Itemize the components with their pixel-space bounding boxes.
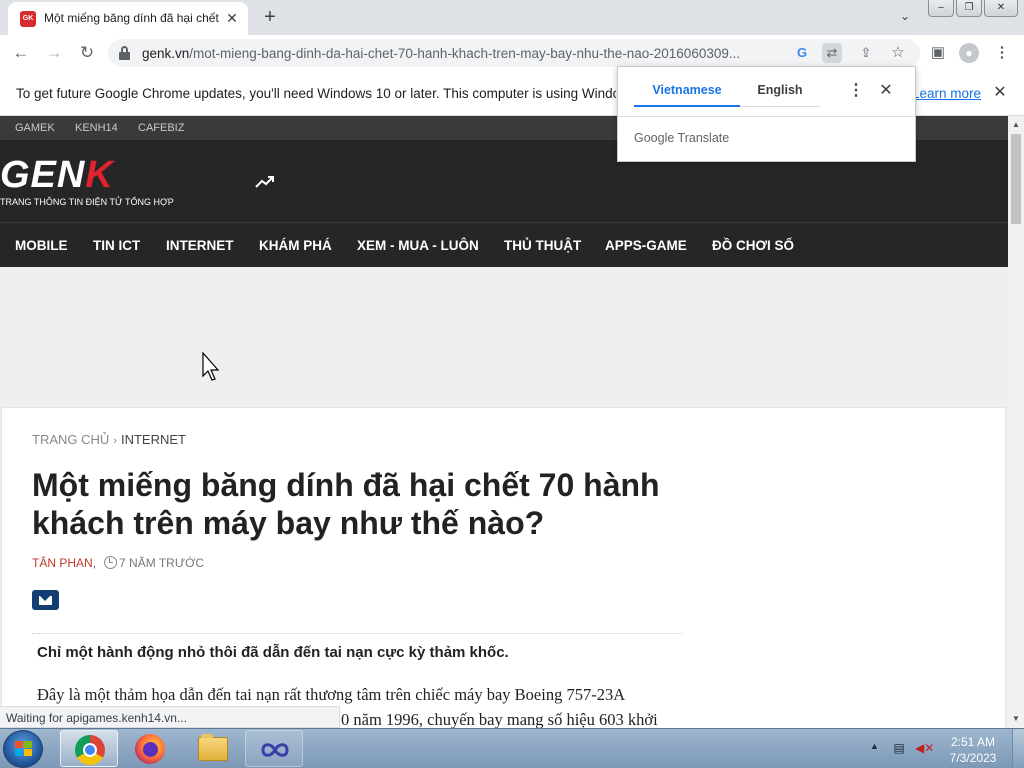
url-text[interactable]: genk.vn/mot-mieng-bang-dinh-da-hai-chet-… bbox=[142, 46, 782, 61]
article-container: TRANG CHỦ › INTERNET Một miếng băng dính đ… bbox=[1, 407, 1006, 728]
new-tab-button[interactable]: + bbox=[259, 7, 281, 29]
folder-icon bbox=[198, 734, 228, 761]
article-title: Một miếng băng dính đã hại chết 70 hành … bbox=[32, 467, 660, 541]
taskbar-explorer[interactable] bbox=[184, 730, 242, 767]
windows-taskbar: ▲ ▤ ◀✕ 2:51 AM 7/3/2023 bbox=[0, 728, 1024, 768]
web-page: GAMEK KENH14 CAFEBIZ GENK TRANG THÔNG TI… bbox=[0, 116, 1008, 728]
avatar-icon: ● bbox=[959, 43, 979, 63]
translate-close-icon[interactable]: ✕ bbox=[876, 81, 896, 101]
browser-tab[interactable]: GK Một miếng băng dính đã hại chết ✕ bbox=[8, 2, 248, 35]
tab-close-icon[interactable]: ✕ bbox=[224, 10, 240, 26]
breadcrumb-home[interactable]: TRANG CHỦ bbox=[32, 432, 109, 447]
scroll-up-icon[interactable]: ▲ bbox=[1012, 120, 1020, 129]
firefox-icon bbox=[135, 734, 165, 764]
nav-kham-pha[interactable]: KHÁM PHÁ bbox=[259, 238, 332, 253]
network-link-cafebiz[interactable]: CAFEBIZ bbox=[138, 122, 184, 134]
email-share-button[interactable] bbox=[32, 590, 59, 610]
site-tagline: TRANG THÔNG TIN ĐIỆN TỬ TỔNG HỢP bbox=[0, 197, 174, 207]
taskbar-firefox[interactable] bbox=[121, 730, 179, 767]
forward-button[interactable]: → bbox=[42, 41, 66, 65]
side-panel-icon[interactable]: ▣ bbox=[926, 41, 950, 65]
start-button[interactable] bbox=[3, 730, 43, 768]
translate-options-icon[interactable]: ⋮ bbox=[846, 81, 866, 101]
nav-mobile[interactable]: MOBILE bbox=[15, 238, 68, 253]
google-translate-brand: Google Translate bbox=[634, 131, 730, 145]
google-lens-icon[interactable]: G bbox=[792, 43, 812, 63]
address-bar[interactable]: genk.vn/mot-mieng-bang-dinh-da-hai-chet-… bbox=[108, 39, 920, 67]
network-link-kenh14[interactable]: KENH14 bbox=[75, 122, 118, 134]
article-meta: TÂN PHAN, 7 NĂM TRƯỚC bbox=[32, 556, 205, 570]
tab-search-icon[interactable]: ⌄ bbox=[896, 9, 914, 27]
bookmark-star-icon[interactable]: ☆ bbox=[888, 43, 908, 63]
genk-logo[interactable]: GENK bbox=[0, 154, 114, 197]
clock-icon bbox=[104, 556, 118, 569]
breadcrumb-category[interactable]: INTERNET bbox=[121, 432, 186, 447]
page-scrollbar[interactable]: ▲ ▼ bbox=[1008, 116, 1024, 728]
window-controls: – ❐ ✕ bbox=[928, 0, 1018, 18]
chrome-icon bbox=[75, 735, 105, 765]
show-hidden-icons[interactable]: ▲ bbox=[870, 741, 879, 751]
share-icon[interactable]: ⇪ bbox=[856, 43, 876, 63]
nav-do-choi-so[interactable]: ĐỒ CHƠI SỐ bbox=[712, 238, 794, 253]
translate-icon[interactable]: ⇄ bbox=[822, 43, 842, 63]
infobar-close-icon[interactable]: ✕ bbox=[990, 83, 1010, 103]
back-button[interactable]: ← bbox=[9, 41, 33, 65]
chrome-menu-icon[interactable]: ⋮ bbox=[990, 41, 1014, 65]
trending-icon[interactable] bbox=[254, 174, 276, 190]
learn-more-link[interactable]: Learn more bbox=[912, 86, 981, 101]
infinity-app-icon bbox=[261, 743, 289, 757]
infobar-message: To get future Google Chrome updates, you… bbox=[16, 86, 616, 101]
network-link-gamek[interactable]: GAMEK bbox=[15, 122, 55, 134]
volume-muted-icon[interactable]: ◀✕ bbox=[915, 740, 934, 756]
taskbar-chrome[interactable] bbox=[60, 730, 118, 767]
article-summary: Chỉ một hành động nhỏ thôi đã dẫn đến ta… bbox=[37, 644, 509, 661]
nav-internet[interactable]: INTERNET bbox=[166, 238, 234, 253]
scroll-down-icon[interactable]: ▼ bbox=[1012, 714, 1020, 723]
url-path: /mot-mieng-bang-dinh-da-hai-chet-70-hanh… bbox=[189, 46, 741, 61]
nav-apps-game[interactable]: APPS-GAME bbox=[605, 238, 687, 253]
window-close-button[interactable]: ✕ bbox=[984, 0, 1018, 17]
mouse-cursor-icon bbox=[202, 352, 220, 381]
clock-date: 7/3/2023 bbox=[949, 751, 997, 765]
minimize-button[interactable]: – bbox=[928, 0, 954, 17]
translate-bubble: Vietnamese English ⋮ ✕ Google Translate bbox=[617, 66, 916, 162]
breadcrumb-separator-icon: › bbox=[113, 435, 117, 447]
divider bbox=[618, 116, 915, 117]
body-line: Đây là một thảm họa dẫn đến tai nạn rất … bbox=[37, 685, 626, 704]
reload-button[interactable]: ↻ bbox=[75, 41, 99, 65]
nav-xem-mua-luon[interactable]: XEM - MUA - LUÔN bbox=[357, 238, 479, 253]
profile-avatar-button[interactable]: ● bbox=[957, 41, 981, 65]
clock-time: 2:51 AM bbox=[950, 735, 996, 749]
taskbar-app[interactable] bbox=[245, 730, 303, 767]
tab-title: Một miếng băng dính đã hại chết bbox=[44, 11, 219, 25]
show-desktop-button[interactable] bbox=[1012, 729, 1024, 768]
author-name[interactable]: TÂN PHAN bbox=[32, 556, 93, 570]
divider bbox=[32, 633, 682, 634]
network-icon[interactable]: ▤ bbox=[891, 740, 907, 756]
nav-thu-thuat[interactable]: THỦ THUẬT bbox=[504, 238, 581, 253]
nav-tin-ict[interactable]: TIN ICT bbox=[93, 238, 140, 253]
lock-icon[interactable] bbox=[118, 46, 130, 60]
tab-source-language[interactable]: Vietnamese bbox=[634, 83, 740, 107]
url-host: genk.vn bbox=[142, 46, 190, 61]
publish-time: 7 NĂM TRƯỚC bbox=[119, 556, 205, 570]
restore-button[interactable]: ❐ bbox=[956, 0, 982, 17]
tab-strip: GK Một miếng băng dính đã hại chết ✕ + ⌄… bbox=[0, 0, 1024, 35]
windows-logo-icon bbox=[15, 741, 33, 758]
tab-target-language[interactable]: English bbox=[740, 83, 820, 107]
status-bubble: Waiting for apigames.kenh14.vn... bbox=[0, 706, 340, 728]
scroll-thumb[interactable] bbox=[1011, 134, 1021, 224]
main-nav: MOBILE TIN ICT INTERNET KHÁM PHÁ XEM - M… bbox=[0, 222, 1008, 267]
breadcrumb: TRANG CHỦ › INTERNET bbox=[32, 432, 186, 447]
system-clock[interactable]: 2:51 AM 7/3/2023 bbox=[942, 734, 1004, 766]
genk-favicon-icon: GK bbox=[20, 11, 36, 27]
